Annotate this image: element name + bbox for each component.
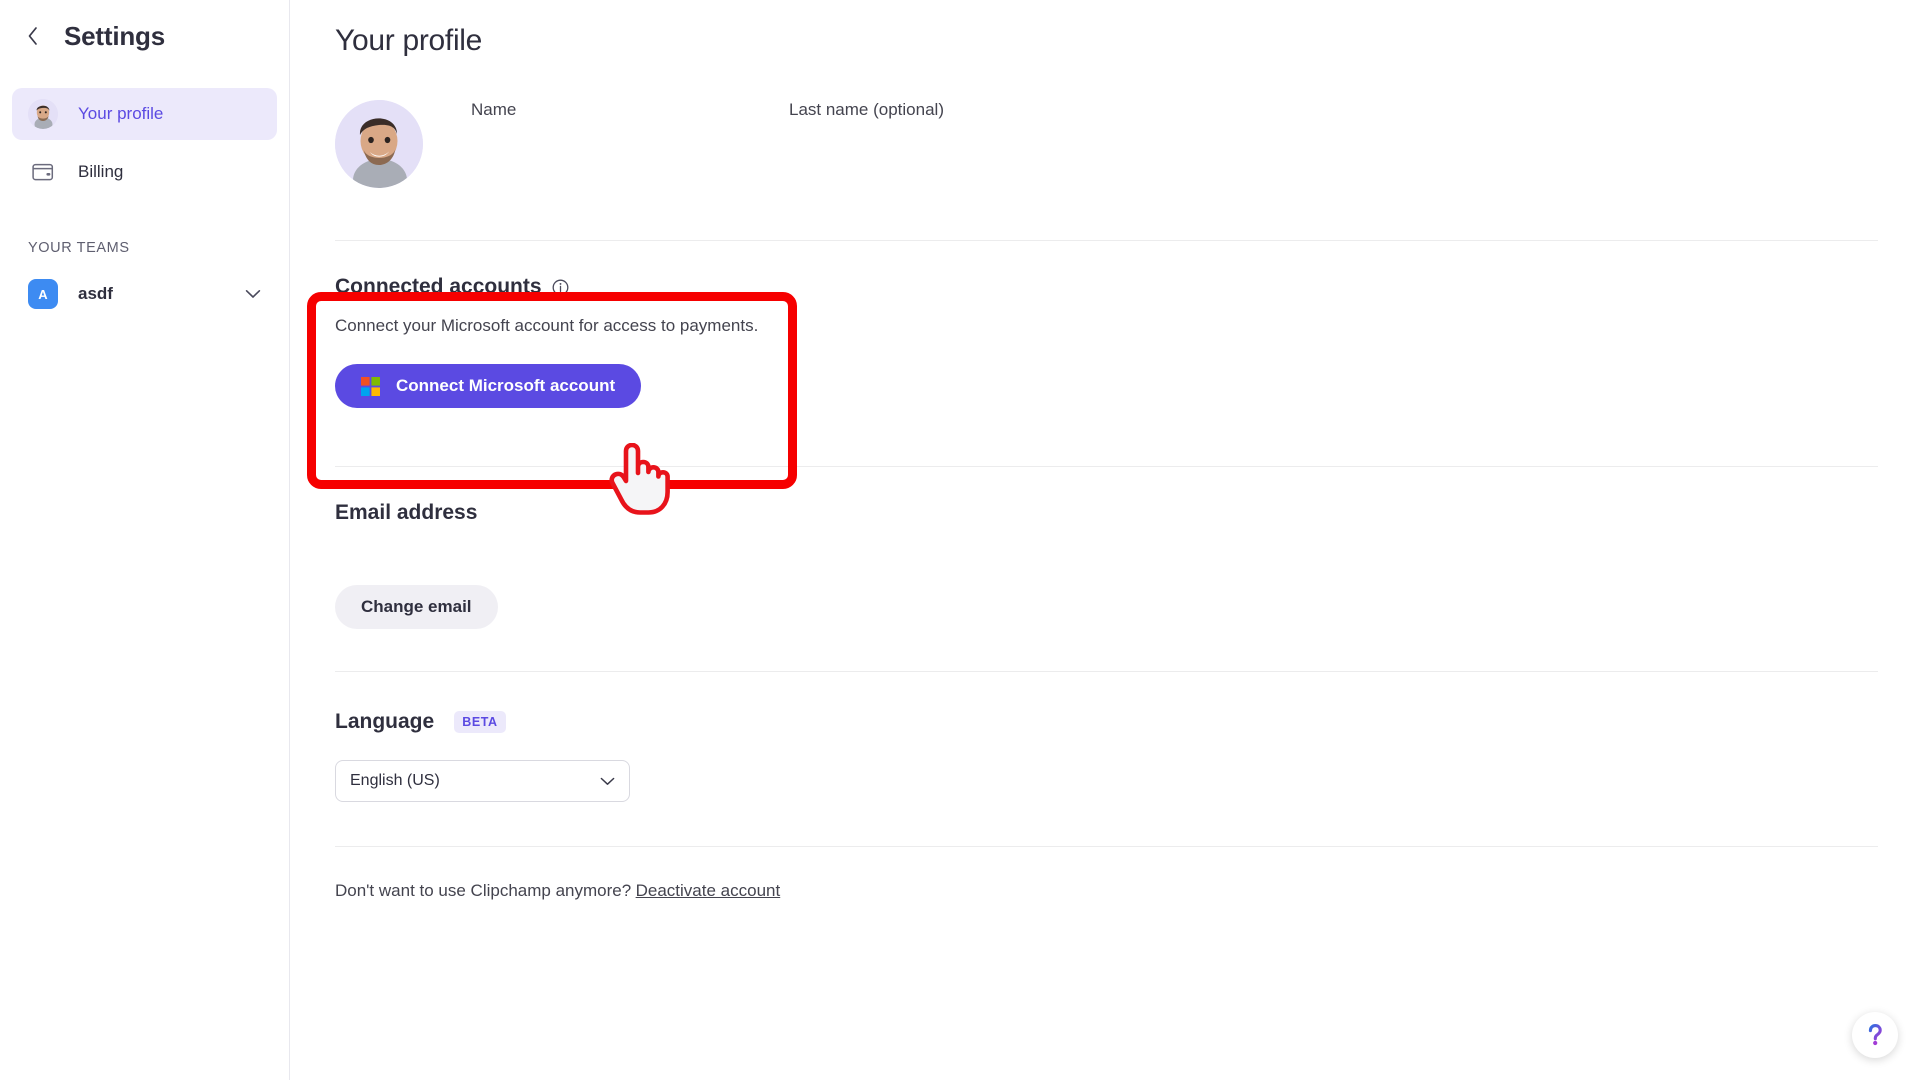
email-address-title: Email address [335,501,478,524]
connected-accounts-description: Connect your Microsoft account for acces… [335,316,759,335]
deactivate-account-link[interactable]: Deactivate account [636,881,781,900]
team-expand-button[interactable] [245,289,261,299]
team-avatar-badge: A [28,279,58,309]
help-button[interactable] [1852,1012,1898,1058]
language-select-value: English (US) [350,772,440,789]
chevron-down-icon [600,777,615,785]
name-field-label: Name [471,100,517,119]
email-address-section: Email address Change email [335,467,1880,629]
sidebar-avatar [28,99,58,129]
chevron-left-icon [28,27,37,45]
sidebar-header: Settings [0,0,289,72]
beta-badge: BETA [454,711,506,733]
settings-page: Settings Your profile Billing YOUR TEAMS… [0,0,1920,1080]
sidebar-item-your-profile[interactable]: Your profile [12,88,277,140]
profile-avatar[interactable] [335,100,423,188]
microsoft-logo-icon [361,376,380,396]
email-address-header: Email address [335,501,1880,525]
lastname-field-group: Last name (optional) [789,100,1089,120]
name-field-group: Name [471,100,711,120]
change-email-button[interactable]: Change email [335,585,498,629]
language-header: Language BETA [335,710,1880,734]
sidebar-item-label-your-profile: Your profile [78,104,164,123]
connect-microsoft-account-label: Connect Microsoft account [396,376,616,395]
sidebar-item-billing[interactable]: Billing [12,146,277,198]
sidebar-item-label-billing: Billing [78,162,124,181]
connected-accounts-title: Connected accounts [335,275,542,298]
connected-accounts-section: Connected accounts Connect your Microsof… [335,241,1880,408]
page-title-settings: Settings [64,20,165,51]
connected-accounts-info-button[interactable] [552,279,569,296]
language-select[interactable]: English (US) [335,760,630,802]
deactivate-prompt: Don't want to use Clipchamp anymore? [335,881,632,900]
sidebar-nav: Your profile Billing [0,88,289,198]
team-name-label: asdf [78,284,113,303]
change-email-label: Change email [361,597,472,616]
sidebar-section-your-teams: YOUR TEAMS [28,240,130,256]
sidebar-icon-billing [28,157,58,187]
sidebar: Settings Your profile Billing YOUR TEAMS… [0,0,290,1080]
connected-accounts-header: Connected accounts [335,275,1880,299]
email-value-area [335,525,1880,585]
user-avatar-icon [28,99,58,129]
main-content: Your profile Name Last name (optional) C… [290,0,1920,1080]
language-section: Language BETA English (US) [335,672,1880,802]
info-circle-icon [552,279,568,295]
main-page-title: Your profile [335,24,483,57]
connect-microsoft-account-button[interactable]: Connect Microsoft account [335,364,642,408]
sidebar-team-asdf[interactable]: A asdf [12,268,277,320]
deactivate-section: Don't want to use Clipchamp anymore? Dea… [335,847,1880,901]
profile-photo-icon [335,100,423,188]
language-select-chevron [600,777,615,786]
language-title: Language [335,710,435,733]
profile-section: Name Last name (optional) [335,100,1880,212]
question-mark-icon [1868,1024,1882,1046]
back-button[interactable] [20,23,46,49]
chevron-down-icon [245,290,261,298]
wallet-icon [32,163,54,181]
lastname-field-label: Last name (optional) [789,100,944,119]
